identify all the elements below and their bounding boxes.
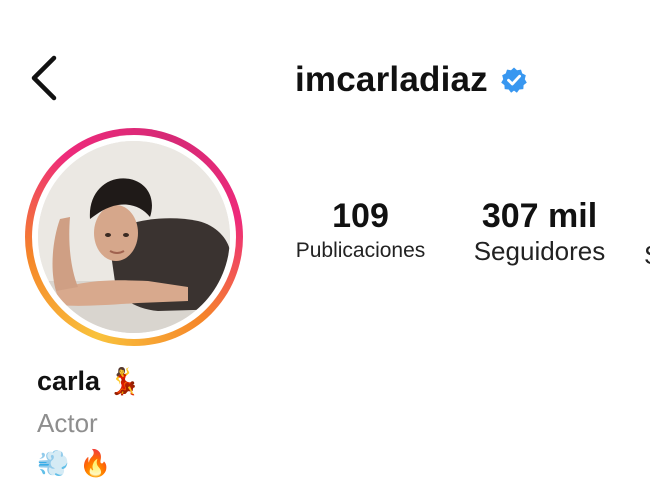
fire-emoji: 🔥 [79,448,112,478]
following-label-partial[interactable]: S [644,240,650,271]
profile-bio: 💨 🔥 [37,448,112,479]
back-button[interactable] [22,50,72,106]
story-ring[interactable] [25,128,243,346]
profile-header: imcarladiaz [0,0,650,150]
dancer-emoji: 💃 [108,366,141,396]
followers-stat[interactable]: 307 mil Seguidores [452,196,627,266]
followers-label: Seguidores [473,236,606,266]
posts-label: Publicaciones [295,239,426,262]
posts-count: 109 [332,197,389,235]
profile-name-row: carla 💃 [37,366,140,397]
profile-category: Actor [37,408,98,438]
profile-title: imcarladiaz [295,58,528,102]
profile-name: carla [37,366,101,396]
chevron-left-icon [31,55,57,101]
posts-stat[interactable]: 109 Publicaciones [278,196,443,266]
avatar [38,141,230,333]
followers-count: 307 mil [481,197,598,235]
username: imcarladiaz [295,60,488,99]
avatar-photo [38,141,230,333]
wind-emoji: 💨 [37,448,70,478]
verified-badge-icon [500,66,528,94]
